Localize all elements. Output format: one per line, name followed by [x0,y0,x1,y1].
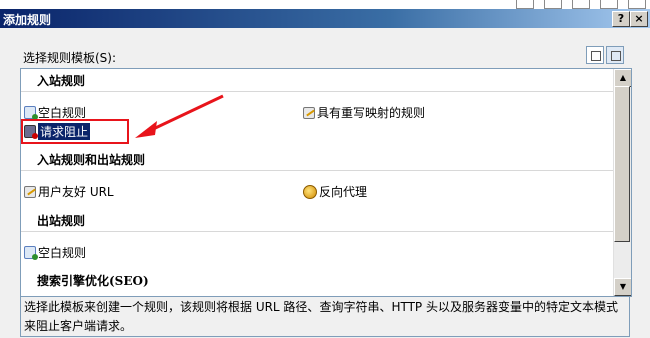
scroll-up-button[interactable]: ▲ [614,69,631,87]
title-bar: 添加规则 ? × [0,9,650,28]
template-label: 选择规则模板(S): [23,51,117,65]
scroll-down-button[interactable]: ▼ [614,278,631,296]
toolbar-icon[interactable] [516,0,534,9]
toolbar-icon[interactable] [600,0,618,9]
dialog-title: 添加规则 [3,13,52,27]
scroll-thumb[interactable] [614,86,630,242]
top-toolbar-icons [516,0,646,9]
template-description: 选择此模板来创建一个规则，该规则将根据 URL 路径、查询字符串、HTTP 头以… [20,296,630,337]
vertical-scrollbar[interactable]: ▲ ▼ [613,69,631,296]
toolbar-icon[interactable] [628,0,646,9]
tile-view-icon[interactable] [606,46,624,64]
close-button[interactable]: × [630,11,648,27]
toolbar-icon[interactable] [544,0,562,9]
toolbar-icon[interactable] [572,0,590,9]
annotation-arrow-icon [135,94,224,138]
list-view-icon[interactable] [586,46,604,64]
top-toolbar-strip [0,0,650,9]
help-button[interactable]: ? [612,11,630,27]
add-rule-dialog: 添加规则 ? × 选择规则模板(S): 入站规则 空白规则 具有重写映射的规则 … [0,9,650,338]
rule-template-list[interactable]: 入站规则 空白规则 具有重写映射的规则 请求阻止 入站规则和出站规则 用户友好 … [20,68,632,297]
